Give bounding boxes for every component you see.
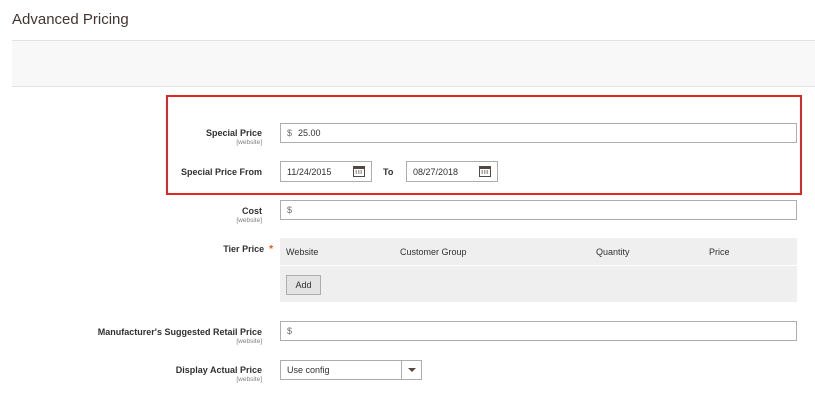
display-actual-price-scope: [website] xyxy=(236,376,262,383)
add-tier-price-button[interactable]: Add xyxy=(286,275,321,295)
tier-column-website: Website xyxy=(286,247,319,257)
calendar-icon[interactable] xyxy=(479,166,491,177)
cost-label-text: Cost xyxy=(242,206,262,216)
display-actual-price-value: Use config xyxy=(287,365,330,375)
tier-price-label: Tier Price * xyxy=(223,244,273,255)
tier-price-header: Website Customer Group Quantity Price xyxy=(280,238,797,266)
special-price-from-label: Special Price From xyxy=(180,167,262,177)
display-actual-price-label-text: Display Actual Price xyxy=(175,365,262,375)
tier-column-quantity: Quantity xyxy=(596,247,630,257)
currency-addon: $ xyxy=(287,205,293,215)
display-actual-price-label: Display Actual Price [website] xyxy=(176,365,262,383)
header-bar xyxy=(12,41,815,87)
special-price-label-text: Special Price xyxy=(205,128,262,138)
special-price-from-value: 11/24/2015 xyxy=(287,166,332,177)
tier-column-customer-group: Customer Group xyxy=(400,247,467,257)
msrp-label-text: Manufacturer's Suggested Retail Price xyxy=(97,327,262,337)
special-price-to-input[interactable]: 08/27/2018 xyxy=(406,161,498,182)
special-price-from-input[interactable]: 11/24/2015 xyxy=(280,161,372,182)
calendar-icon[interactable] xyxy=(353,166,365,177)
currency-addon: $ xyxy=(287,326,293,336)
msrp-input[interactable]: $ xyxy=(280,321,797,341)
tier-price-table: Website Customer Group Quantity Price Ad… xyxy=(280,238,797,302)
chevron-down-icon[interactable] xyxy=(401,361,421,379)
msrp-scope: [website] xyxy=(236,338,262,345)
tier-column-price: Price xyxy=(709,247,730,257)
special-price-label: Special Price [website] xyxy=(206,128,262,146)
required-mark: * xyxy=(269,244,273,255)
page-title: Advanced Pricing xyxy=(12,11,129,28)
tier-price-label-text: Tier Price xyxy=(223,244,265,254)
cost-input[interactable]: $ xyxy=(280,200,797,220)
special-price-scope: [website] xyxy=(236,139,262,146)
msrp-label: Manufacturer's Suggested Retail Price [w… xyxy=(98,327,262,345)
special-price-value: 25.00 xyxy=(298,128,321,138)
cost-label: Cost [website] xyxy=(236,206,262,224)
special-price-to-value: 08/27/2018 xyxy=(413,166,459,177)
special-price-to-label: To xyxy=(383,167,394,177)
currency-addon: $ xyxy=(287,128,293,138)
special-price-input[interactable]: $ 25.00 xyxy=(280,123,797,143)
cost-scope: [website] xyxy=(236,217,262,224)
display-actual-price-select[interactable]: Use config xyxy=(280,360,422,380)
